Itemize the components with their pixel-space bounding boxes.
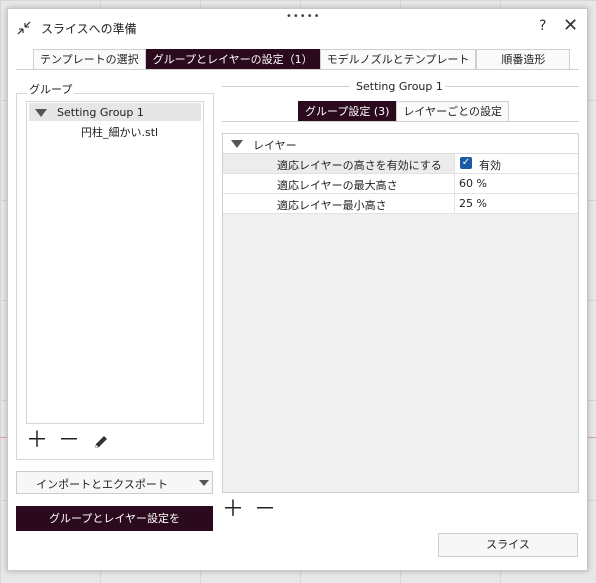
tab-model-nozzle-template[interactable]: モデルノズルとテンプレート: [319, 49, 477, 69]
close-button[interactable]: ✕: [563, 15, 578, 36]
drag-handle[interactable]: •••••: [286, 11, 321, 22]
min-height-value[interactable]: 25 %: [459, 197, 487, 210]
group-layer-settings-button[interactable]: グループとレイヤー設定を: [16, 506, 213, 531]
tree-item-model[interactable]: 円柱_細かい.stl: [81, 124, 158, 140]
settings-subtabs: グループ設定 (3) レイヤーごとの設定: [298, 101, 509, 121]
chevron-down-icon: [199, 480, 209, 486]
tab-template-select[interactable]: テンプレートの選択: [33, 49, 146, 69]
expand-triangle-icon[interactable]: [35, 109, 47, 117]
group-title-rule-right: [445, 86, 579, 87]
tab-group-layer-settings[interactable]: グループとレイヤーの設定（1）: [145, 49, 320, 69]
layer-section-header[interactable]: レイヤー: [223, 134, 578, 154]
property-name: 適応レイヤーの最大高さ: [223, 174, 455, 193]
adaptive-layer-checkbox[interactable]: ✓: [460, 157, 472, 169]
group-label: グループ: [27, 81, 75, 97]
dropdown-label: インポートとエクスポート: [36, 478, 168, 491]
add-setting-icon[interactable]: ＋: [222, 499, 244, 521]
remove-setting-icon[interactable]: －: [254, 499, 276, 521]
remove-group-icon[interactable]: －: [58, 430, 80, 452]
property-name: 適応レイヤーの高さを有効にする: [223, 154, 455, 173]
collapse-icon[interactable]: [16, 20, 32, 36]
property-row: 適応レイヤーの最大高さ 60 %: [223, 174, 578, 194]
subtabs-divider: [222, 121, 579, 122]
setting-group-title: Setting Group 1: [356, 80, 443, 93]
section-label: レイヤー: [253, 139, 297, 152]
help-button[interactable]: ?: [539, 18, 546, 34]
tab-group-settings[interactable]: グループ設定 (3): [298, 101, 397, 121]
prepare-slice-dialog: スライスへの準備 ••••• ? ✕ テンプレートの選択 グループとレイヤーの設…: [7, 8, 588, 571]
max-height-value[interactable]: 60 %: [459, 177, 487, 190]
main-tabs: テンプレートの選択 グループとレイヤーの設定（1） モデルノズルとテンプレート …: [33, 49, 571, 69]
property-name: 適応レイヤー最小高さ: [223, 194, 455, 213]
tree-item-label: Setting Group 1: [57, 106, 144, 119]
property-panel: レイヤー 適応レイヤーの高さを有効にする ✓ 有効 適応レイヤーの最大高さ 60…: [222, 133, 579, 493]
tab-per-layer-settings[interactable]: レイヤーごとの設定: [396, 101, 509, 121]
tree-item-setting-group[interactable]: Setting Group 1: [29, 103, 201, 121]
tabs-divider: [16, 69, 579, 70]
property-row: 適応レイヤーの高さを有効にする ✓ 有効: [223, 154, 578, 174]
dialog-title: スライスへの準備: [41, 22, 137, 36]
add-group-icon[interactable]: ＋: [26, 430, 48, 452]
pencil-icon[interactable]: [92, 433, 110, 451]
checkbox-label: 有効: [479, 159, 501, 172]
property-row: 適応レイヤー最小高さ 25 %: [223, 194, 578, 214]
import-export-dropdown[interactable]: インポートとエクスポート: [16, 471, 213, 494]
expand-triangle-icon[interactable]: [231, 140, 243, 148]
slice-button[interactable]: スライス: [438, 533, 578, 557]
tab-sequential-printing[interactable]: 順番造形: [476, 49, 571, 69]
group-title-rule-left: [222, 86, 350, 87]
group-tree[interactable]: Setting Group 1 円柱_細かい.stl: [26, 101, 204, 424]
